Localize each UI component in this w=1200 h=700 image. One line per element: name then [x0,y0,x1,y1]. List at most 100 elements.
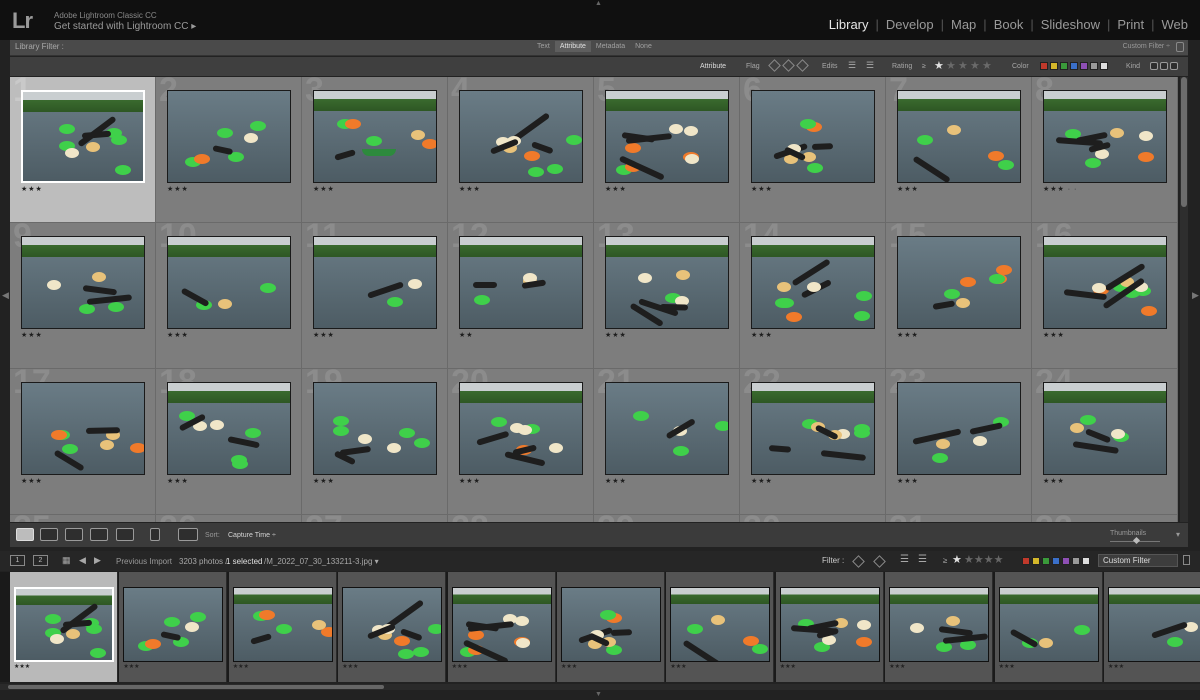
unedited-icon[interactable]: ☰ [866,60,874,71]
module-web[interactable]: Web [1158,17,1193,32]
star-rating[interactable]: ★★★ [751,185,773,193]
photo-thumbnail[interactable] [1043,90,1167,183]
photo-thumbnail[interactable] [313,236,437,329]
rating-star-icon[interactable]: ★ [958,59,968,72]
filter-tab-metadata[interactable]: Metadata [591,41,630,52]
grid-cell[interactable]: 14★★★ [740,223,886,369]
grid-cell[interactable]: 17★★★ [10,369,156,515]
color-label-swatch[interactable] [1100,62,1108,70]
color-label-swatch[interactable] [1050,62,1058,70]
grid-cell[interactable]: 32 [1032,515,1178,522]
grid-cell[interactable]: 4★★★ [448,77,594,223]
color-label-swatch[interactable] [1052,557,1060,565]
grid-cell[interactable]: 25 [10,515,156,522]
grid-cell[interactable]: 29 [594,515,740,522]
filter-preset-select[interactable]: Custom Filter [1098,554,1178,567]
filmstrip-thumbnail[interactable] [14,587,114,662]
star-rating[interactable]: ★★★ [605,477,627,485]
grid-cell[interactable]: 15★★★ [886,223,1032,369]
filmstrip-cell[interactable]: ★★★ [775,572,884,682]
module-develop[interactable]: Develop [882,17,938,32]
color-label-swatch[interactable] [1080,62,1088,70]
filmstrip-thumbnail[interactable] [123,587,224,662]
loupe-view-icon[interactable] [40,528,58,541]
lock-icon[interactable] [1183,555,1190,565]
star-rating[interactable]: ★★★ [21,185,43,193]
photo-thumbnail[interactable] [167,382,291,475]
star-rating[interactable]: ★★★ · · [1043,185,1077,193]
kind-virtual-icon[interactable] [1160,62,1168,70]
color-label-swatch[interactable] [1060,62,1068,70]
flag-rejected-icon[interactable] [796,59,809,72]
color-label-swatch[interactable] [1072,557,1080,565]
photo-thumbnail[interactable] [897,90,1021,183]
color-label-swatch[interactable] [1070,62,1078,70]
grid-cell[interactable]: 6★★★ [740,77,886,223]
survey-view-icon[interactable] [90,528,108,541]
filmstrip-cell[interactable]: ★★★ [994,572,1103,682]
photo-thumbnail[interactable] [313,382,437,475]
star-rating[interactable]: ★★★ [897,331,919,339]
star-rating[interactable]: ★★★ [167,185,189,193]
flag-rejected-icon[interactable] [873,555,886,568]
filmstrip-cell[interactable]: ★★★ [338,572,447,682]
color-label-swatch[interactable] [1082,557,1090,565]
photo-thumbnail[interactable] [167,236,291,329]
filmstrip-cell[interactable]: ★★★ [557,572,665,682]
flag-unflagged-icon[interactable] [782,59,795,72]
sort-select[interactable]: Capture Time ÷ [228,532,276,539]
photo-thumbnail[interactable] [605,236,729,329]
grid-cell[interactable]: 8★★★ · · [1032,77,1178,223]
window-2-button[interactable]: 2 [33,555,48,566]
grid-view-icon[interactable] [16,528,34,541]
grid-cell[interactable]: 16★★★ [1032,223,1178,369]
rating-operator[interactable]: ≥ [922,63,926,70]
photo-thumbnail[interactable] [1043,382,1167,475]
identity-plate[interactable]: Adobe Lightroom Classic CC Get started w… [54,11,196,33]
kind-master-icon[interactable] [1150,62,1158,70]
grid-cell[interactable]: 22★★★ [740,369,886,515]
photo-thumbnail[interactable] [459,382,583,475]
star-rating[interactable]: ★★★ [313,331,335,339]
star-rating[interactable]: ★★★ [605,331,627,339]
slider-knob[interactable] [1132,536,1141,545]
grid-cell[interactable]: 10★★★ [156,223,302,369]
photo-thumbnail[interactable] [167,90,291,183]
grid-cell[interactable]: 12★★ [448,223,594,369]
photo-thumbnail[interactable] [459,90,583,183]
grid-cell[interactable]: 26 [156,515,302,522]
grid-jump-icon[interactable]: ▦ [62,555,71,566]
star-rating[interactable]: ★★★ [605,185,627,193]
rating-star-icon[interactable]: ★★★★ [964,553,1003,566]
star-rating[interactable]: ★★★ [459,185,481,193]
star-rating[interactable]: ★★★ [897,477,919,485]
color-label-swatch[interactable] [1022,557,1030,565]
photo-thumbnail[interactable] [897,382,1021,475]
filmstrip-thumbnail[interactable] [451,587,552,662]
filmstrip-thumbnail[interactable] [1108,587,1200,662]
star-rating[interactable]: ★★★ [751,331,773,339]
filmstrip-cell[interactable]: ★★★ [666,572,775,682]
star-rating[interactable]: ★★★ [313,477,335,485]
photo-thumbnail[interactable] [751,90,875,183]
grid-cell[interactable]: 3★★★ [302,77,448,223]
back-arrow-icon[interactable]: ◀ [79,555,86,566]
grid-cell[interactable]: 13★★★ [594,223,740,369]
painter-icon[interactable] [150,528,160,541]
photo-thumbnail[interactable] [897,236,1021,329]
filmstrip-cell[interactable]: ★★★ [1104,572,1200,682]
photo-thumbnail[interactable] [751,236,875,329]
photo-thumbnail[interactable] [751,382,875,475]
photo-thumbnail[interactable] [21,382,145,475]
filmstrip-cell[interactable]: ★★★ [228,572,337,682]
rating-star-icon[interactable]: ★ [934,59,944,72]
edited-icon[interactable]: ☰ [848,60,856,71]
module-print[interactable]: Print [1113,17,1148,32]
sort-direction-icon[interactable] [178,528,198,541]
flag-pick-icon[interactable] [768,59,781,72]
module-slideshow[interactable]: Slideshow [1037,17,1104,32]
photo-thumbnail[interactable] [21,90,145,183]
unedited-icon[interactable]: ☰ [918,554,927,565]
grid-cell[interactable]: 18★★★ [156,369,302,515]
grid-cell[interactable]: 9★★★ [10,223,156,369]
